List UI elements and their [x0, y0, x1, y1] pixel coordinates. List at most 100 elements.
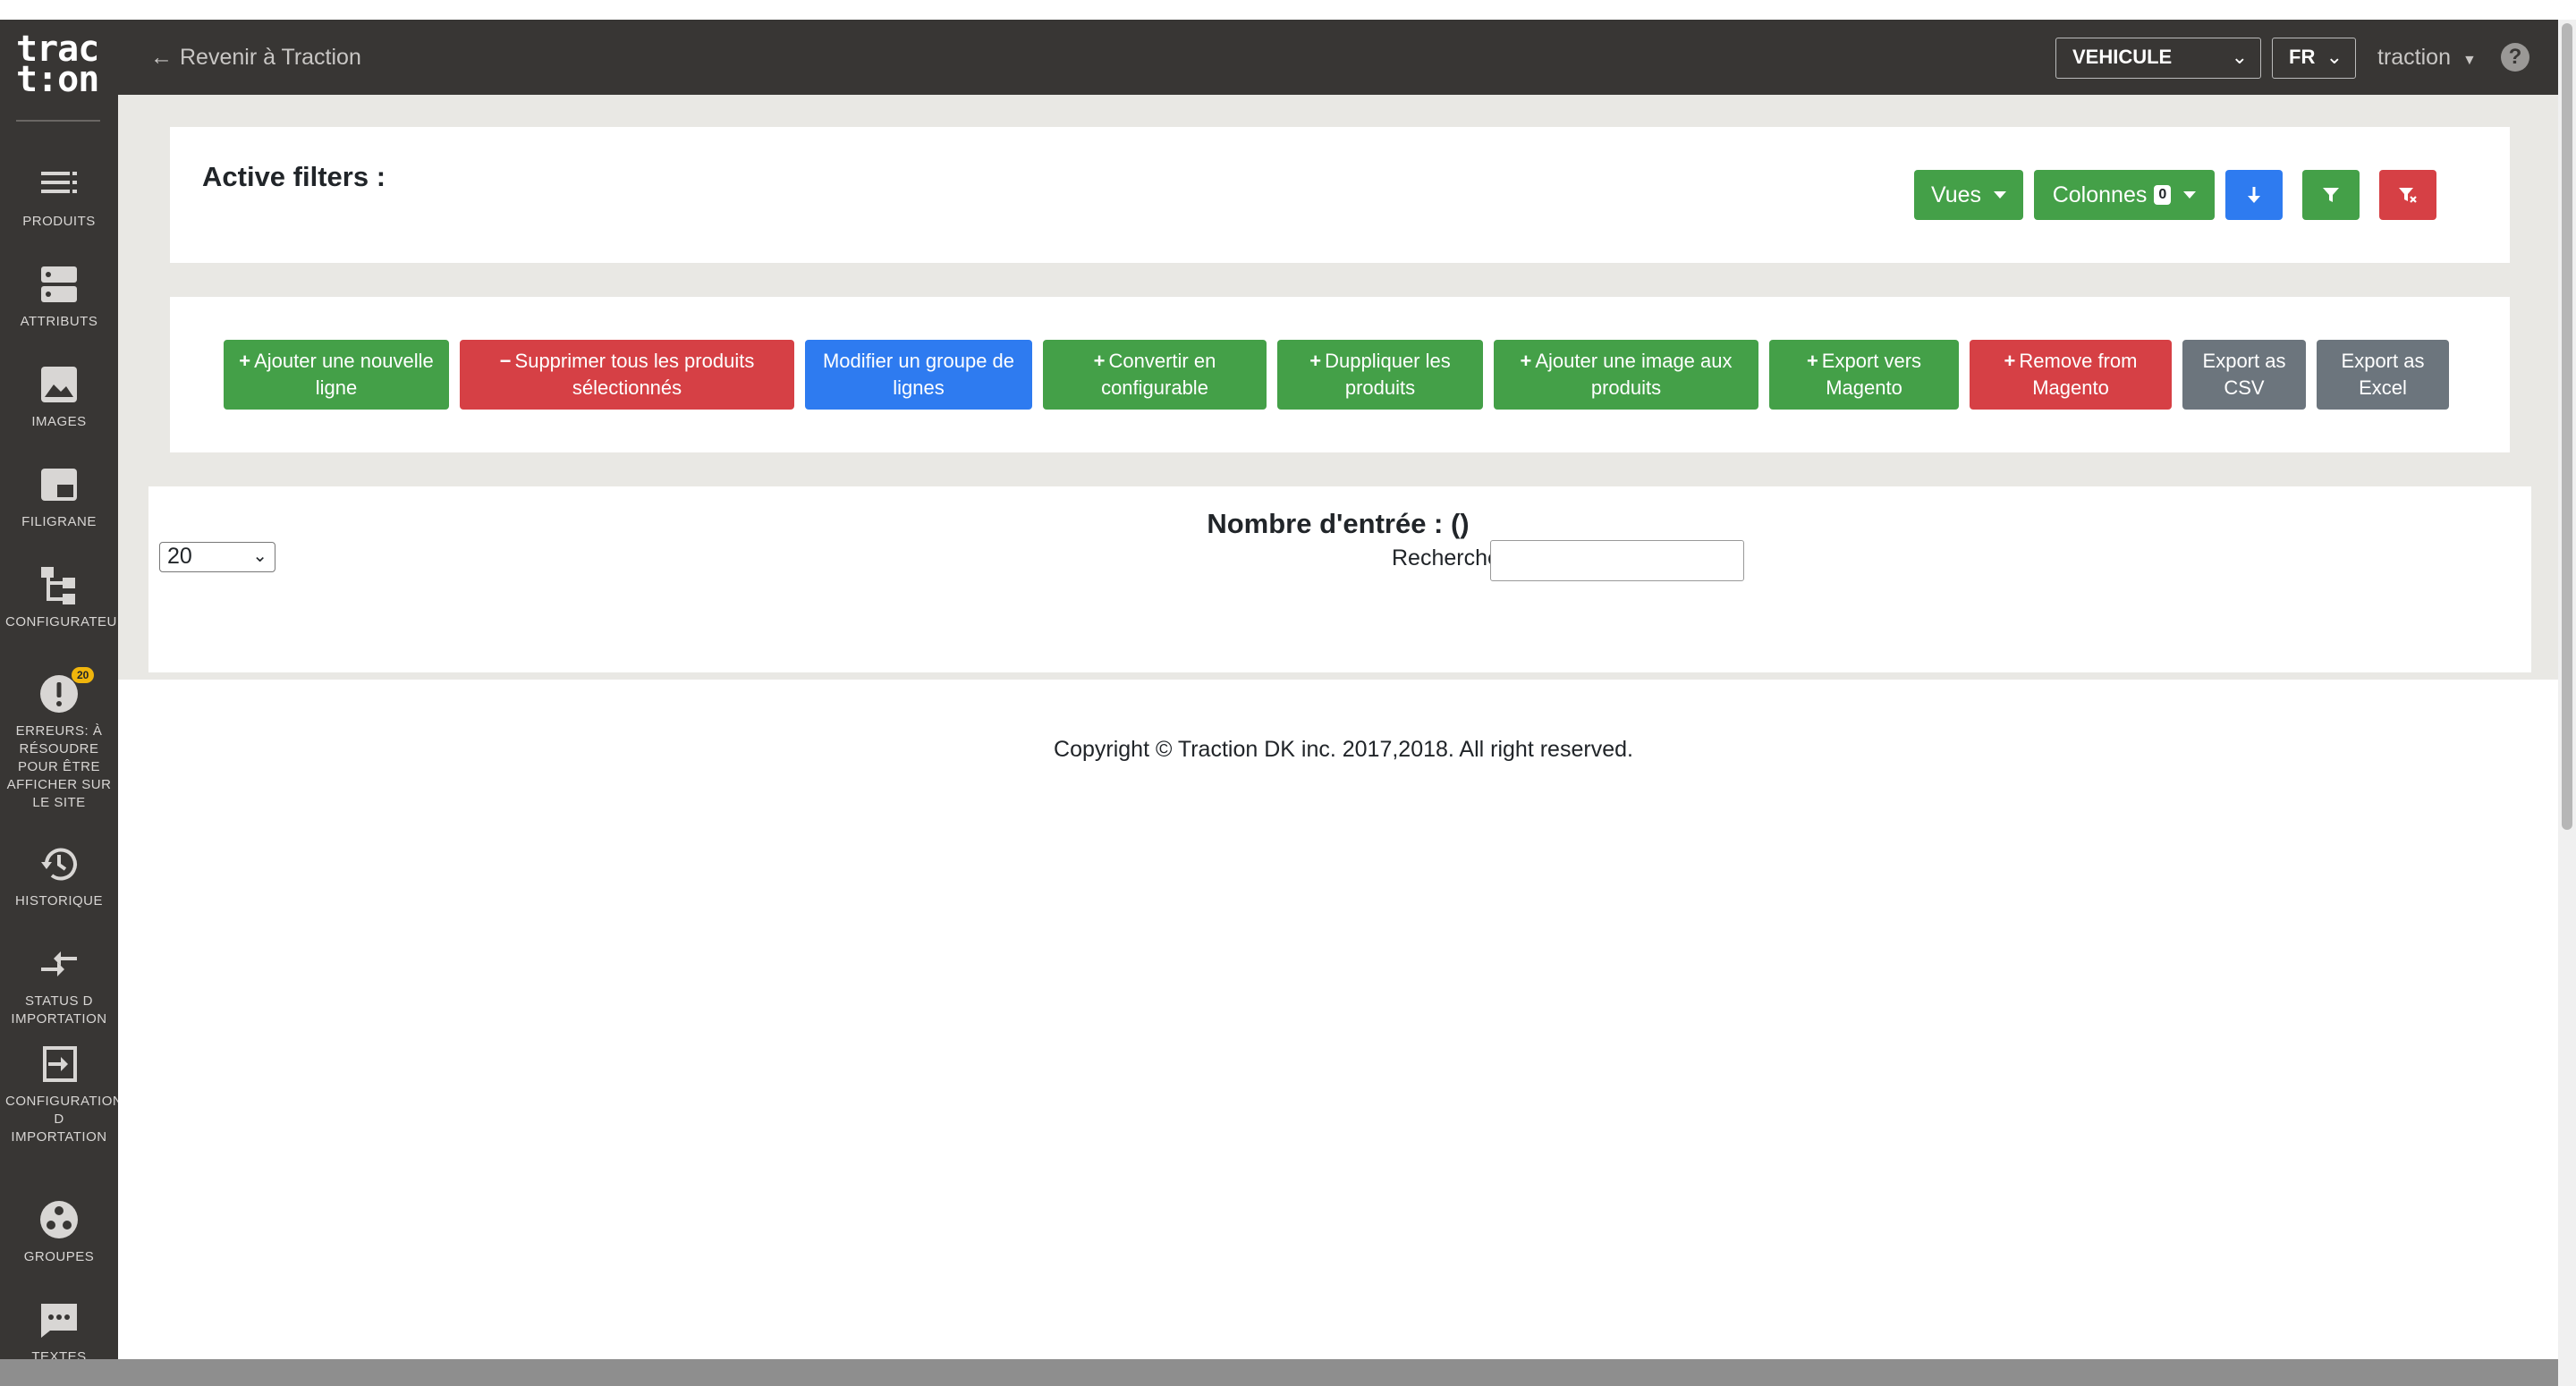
plus-icon: + [1520, 350, 1532, 372]
sidebar-item-label: CONFIGURATEUR [5, 614, 128, 630]
vehicle-select-value: VEHICULE [2072, 46, 2173, 68]
back-link-label: Revenir à Traction [180, 45, 361, 70]
export-to-magento-button[interactable]: + Export vers Magento [1769, 340, 1959, 410]
sidebar-item-historique[interactable]: HISTORIQUE [0, 842, 118, 910]
delete-selected-products-button[interactable]: − Supprimer tous les produits sélectionné… [460, 340, 794, 410]
traction-logo[interactable]: trac t:on [16, 31, 102, 100]
download-button[interactable] [2225, 170, 2283, 220]
action-label: Ajouter une nouvelle ligne [254, 350, 434, 399]
filter-button[interactable] [2302, 170, 2360, 220]
image-icon [41, 367, 77, 402]
groups-icon [40, 1201, 78, 1238]
colonnes-dropdown-button[interactable]: Colonnes 0 [2034, 170, 2215, 220]
sidebar-item-erreurs[interactable]: 20 ERREURS: À RÉSOUDRE POUR ÊTRE AFFICHE… [0, 667, 118, 812]
action-label: Convertir en configurable [1101, 350, 1216, 399]
browser-top-strip [0, 0, 2576, 20]
plus-icon: + [1806, 350, 1818, 372]
app-frame: trac t:on PRODUITS ATTRIBUTS IMAGES FILI… [0, 20, 2576, 1386]
sidebar-item-attributs[interactable]: ATTRIBUTS [0, 263, 118, 331]
duplicate-products-button[interactable]: + Duppliquer les produits [1277, 340, 1483, 410]
help-icon[interactable]: ? [2501, 43, 2529, 72]
watermark-icon [41, 469, 77, 501]
error-count-badge: 20 [72, 667, 95, 683]
plus-icon: + [2004, 350, 2016, 372]
action-label: Supprimer tous les produits sélectionnés [514, 350, 755, 399]
action-label: Duppliquer les produits [1325, 350, 1451, 399]
sidebar-item-label: PRODUITS [22, 214, 96, 229]
add-new-row-button[interactable]: + Ajouter une nouvelle ligne [224, 340, 449, 410]
export-csv-button[interactable]: Export as CSV [2182, 340, 2306, 410]
sidebar-item-label: CONFIGURATION D IMPORTATION [5, 1094, 123, 1145]
sidebar-item-produits[interactable]: PRODUITS [0, 163, 118, 231]
sidebar-item-filigrane[interactable]: FILIGRANE [0, 463, 118, 531]
sidebar-item-configuration-importation[interactable]: CONFIGURATION D IMPORTATION [0, 1043, 123, 1146]
clear-filters-button[interactable] [2379, 170, 2436, 220]
sidebar: trac t:on PRODUITS ATTRIBUTS IMAGES FILI… [0, 20, 128, 1386]
user-menu-dropdown[interactable]: traction ▼ [2377, 43, 2477, 75]
vertical-scrollbar[interactable] [2558, 20, 2576, 1386]
horizontal-scrollbar[interactable] [0, 1359, 2558, 1386]
chevron-down-icon: ⌄ [252, 546, 267, 566]
sidebar-item-label: FILIGRANE [21, 514, 97, 529]
language-select[interactable]: FR ⌄ [2272, 38, 2356, 79]
chat-icon [41, 1304, 77, 1338]
chevron-down-icon: ⌄ [2326, 46, 2343, 68]
copyright-footer: Copyright © Traction DK inc. 2017,2018. … [1054, 737, 1633, 762]
bulk-actions-panel: + Ajouter une nouvelle ligne − Supprimer t… [170, 297, 2510, 452]
active-filters-panel: Active filters : Vues Colonnes 0 [170, 127, 2510, 263]
server-icon [41, 266, 77, 302]
language-select-value: FR [2289, 46, 2316, 68]
sidebar-item-label: STATUS D IMPORTATION [11, 993, 107, 1027]
caret-down-icon [2183, 191, 2197, 199]
user-name: traction [2377, 45, 2451, 70]
logo-divider [16, 120, 100, 122]
minus-icon: − [499, 350, 512, 372]
plus-icon: + [1093, 350, 1106, 372]
hierarchy-icon [41, 567, 75, 604]
search-input[interactable] [1490, 540, 1744, 581]
action-label: Export as Excel [2341, 350, 2425, 399]
sidebar-item-label: ATTRIBUTS [20, 314, 98, 329]
plus-icon: + [239, 350, 251, 372]
edit-row-group-button[interactable]: Modifier un groupe de lignes [805, 340, 1032, 410]
plus-icon: + [1309, 350, 1322, 372]
sidebar-item-label: ERREURS: À RÉSOUDRE POUR ÊTRE AFFICHER S… [6, 723, 112, 810]
active-filters-title: Active filters : [202, 161, 386, 192]
scrollbar-thumb[interactable] [2562, 23, 2572, 830]
sidebar-item-configurateur[interactable]: CONFIGURATEUR [0, 563, 128, 631]
arrow-left-icon: ← [150, 45, 173, 70]
sidebar-item-groupes[interactable]: GROUPES [0, 1198, 118, 1266]
login-icon [43, 1046, 77, 1082]
products-table-panel: Nombre d'entrée : () 20 ⌄ Rechercher: [148, 486, 2531, 672]
entries-count-title: Nombre d'entrée : () [1207, 508, 1470, 539]
main-content: Active filters : Vues Colonnes 0 + Ajout… [118, 95, 2576, 1386]
caret-down-icon: ▼ [2462, 53, 2477, 68]
action-label: Export as CSV [2202, 350, 2286, 399]
history-icon [41, 848, 77, 881]
sidebar-item-label: GROUPES [23, 1249, 95, 1264]
logo-line-2: t:on [16, 59, 99, 100]
action-label: Export vers Magento [1821, 350, 1922, 399]
sidebar-item-status-importation[interactable]: STATUS D IMPORTATION [0, 942, 118, 1028]
vues-dropdown-button[interactable]: Vues [1914, 170, 2023, 220]
arrow-down-icon [2248, 187, 2260, 203]
convert-to-configurable-button[interactable]: + Convertir en configurable [1043, 340, 1267, 410]
add-image-to-products-button[interactable]: + Ajouter une image aux produits [1494, 340, 1758, 410]
vehicle-select[interactable]: VEHICULE ⌄ [2055, 38, 2261, 79]
import-arrows-icon [41, 951, 77, 976]
filter-icon [2323, 188, 2339, 202]
action-label: Modifier un groupe de lignes [822, 350, 1015, 399]
remove-from-magento-button[interactable]: + Remove from Magento [1970, 340, 2172, 410]
sidebar-item-images[interactable]: IMAGES [0, 363, 118, 431]
sidebar-item-label: IMAGES [31, 414, 87, 429]
back-to-traction-link[interactable]: ← Revenir à Traction [150, 43, 361, 72]
vues-label: Vues [1930, 182, 1982, 207]
colonnes-label: Colonnes [2052, 182, 2148, 207]
action-label: Remove from Magento [2019, 350, 2138, 399]
top-header: ← Revenir à Traction VEHICULE ⌄ FR ⌄ trac… [118, 20, 2576, 95]
page-size-select[interactable]: 20 ⌄ [159, 542, 275, 572]
export-excel-button[interactable]: Export as Excel [2317, 340, 2449, 410]
caret-down-icon [1994, 191, 2007, 199]
sidebar-item-label: HISTORIQUE [14, 893, 104, 909]
sidebar-item-textes[interactable]: TEXTES [0, 1298, 118, 1366]
